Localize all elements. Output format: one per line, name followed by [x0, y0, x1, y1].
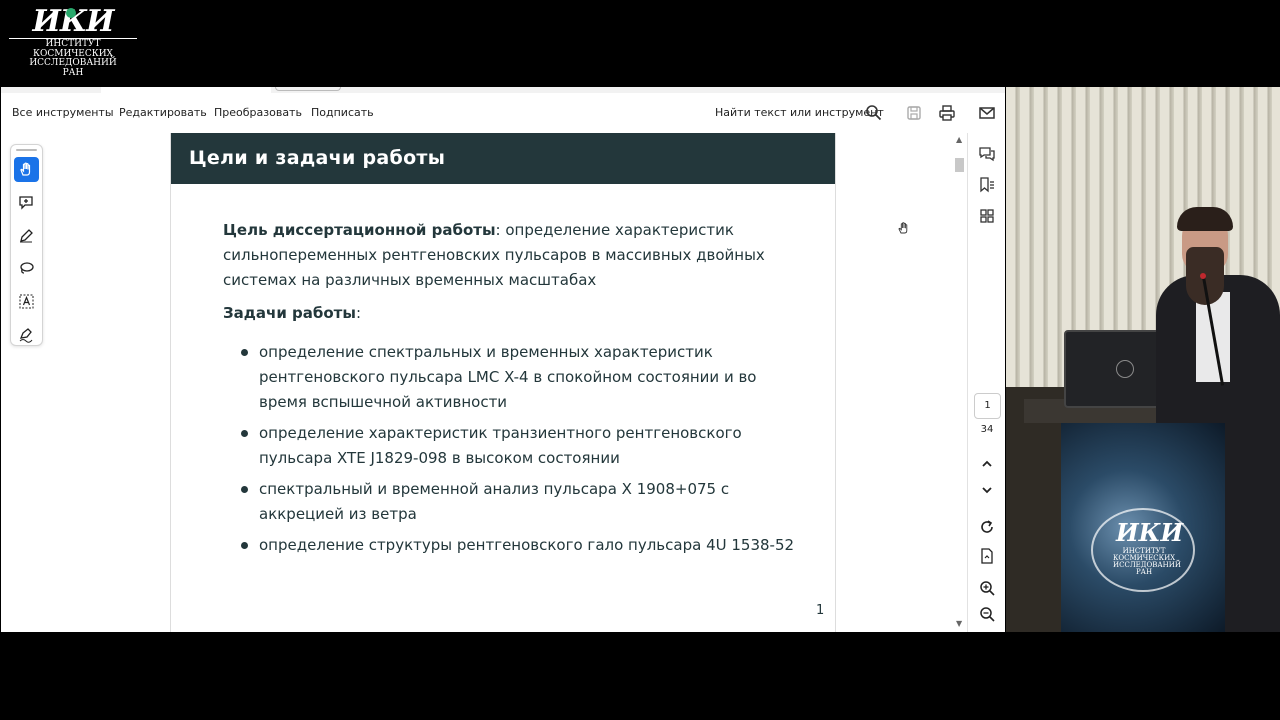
- comments-icon[interactable]: [977, 144, 997, 164]
- scroll-thumb[interactable]: [955, 158, 964, 172]
- goal-label: Цель диссертационной работы: [223, 221, 496, 239]
- hand-icon: [20, 162, 31, 176]
- task-text: определение структуры рентгеновского гал…: [259, 536, 795, 554]
- lasso-tool-button[interactable]: [14, 256, 39, 281]
- menu-edit[interactable]: Редактировать: [119, 93, 207, 133]
- thumbnails-grid-icon[interactable]: [977, 206, 997, 226]
- slide-page-number: 1: [816, 603, 825, 618]
- vertical-scrollbar[interactable]: ▲ ▼: [953, 133, 966, 632]
- list-item: спектральный и временной анализ пульсара…: [223, 477, 803, 527]
- email-icon[interactable]: [977, 103, 997, 123]
- banner-line-4: РАН: [1135, 568, 1153, 576]
- zoom-in-icon[interactable]: [977, 578, 997, 598]
- list-item: определение характеристик транзиентного …: [223, 421, 803, 471]
- scroll-up-arrow-icon[interactable]: ▲: [956, 135, 962, 144]
- logo-line-4: РАН: [62, 67, 84, 78]
- add-comment-tool-button[interactable]: [14, 190, 39, 215]
- tasks-heading: Задачи работы:: [223, 301, 803, 326]
- slide-header-bar: Цели и задачи работы: [171, 133, 835, 184]
- print-icon[interactable]: [937, 103, 957, 123]
- tasks-colon: :: [355, 304, 362, 322]
- lasso-icon: [20, 262, 34, 274]
- tab-button[interactable]: [275, 87, 341, 91]
- scroll-down-arrow-icon[interactable]: ▼: [956, 619, 962, 628]
- text-box-icon: [19, 294, 34, 309]
- pen-icon: [20, 229, 33, 243]
- document-area[interactable]: Цели и задачи работы Цель диссертационно…: [46, 133, 966, 632]
- save-icon[interactable]: [904, 103, 924, 123]
- palette-drag-handle[interactable]: [16, 149, 37, 151]
- refresh-icon[interactable]: [977, 517, 997, 537]
- bullet: [241, 430, 248, 437]
- iki-logo: ИКИ ИНСТИТУТ КОСМИЧЕСКИХ ИССЛЕДОВАНИЙ РА…: [8, 6, 138, 82]
- current-page-input[interactable]: 1: [974, 393, 1001, 419]
- page-extract-icon[interactable]: [977, 546, 997, 566]
- quick-tools-palette: [10, 144, 43, 346]
- list-item: определение структуры рентгеновского гал…: [223, 533, 803, 558]
- slide-page: Цели и задачи работы Цель диссертационно…: [170, 133, 836, 632]
- menu-convert[interactable]: Преобразовать: [214, 93, 302, 133]
- chevron-up-icon[interactable]: [977, 454, 997, 474]
- laptop-logo: [1116, 360, 1134, 378]
- tasks-list: определение спектральных и временных хар…: [223, 340, 803, 558]
- menu-sign[interactable]: Подписать: [311, 93, 374, 133]
- logo-dot: [66, 8, 76, 18]
- total-pages: 34: [980, 424, 994, 435]
- slide-body: Цель диссертационной работы: определение…: [223, 218, 803, 564]
- hand-tool-button[interactable]: [14, 157, 39, 182]
- bullet: [241, 542, 248, 549]
- find-label: Найти текст или инструмент: [715, 106, 884, 119]
- banner-mark: ИКИ: [1116, 518, 1184, 547]
- banner-text: ИНСТИТУТ КОСМИЧЕСКИХ ИССЛЕДОВАНИЙ РАН: [1113, 548, 1181, 576]
- chevron-down-icon[interactable]: [977, 480, 997, 500]
- hand-cursor-icon: [898, 222, 908, 234]
- bookmark-icon[interactable]: [977, 175, 997, 195]
- pdf-viewer-window: Все инструменты Редактировать Преобразов…: [1, 87, 1005, 632]
- main-toolbar: Все инструменты Редактировать Преобразов…: [1, 93, 1005, 133]
- sign-tool-button[interactable]: [14, 322, 39, 347]
- search-icon[interactable]: [864, 103, 884, 123]
- iki-banner: ИКИ ИНСТИТУТ КОСМИЧЕСКИХ ИССЛЕДОВАНИЙ РА…: [1061, 423, 1225, 632]
- right-sidebar: 1 34: [967, 133, 1005, 632]
- tasks-label: Задачи работы: [223, 304, 356, 322]
- task-text: спектральный и временной анализ пульсара…: [259, 480, 730, 523]
- iki-logo-mark: ИКИ: [32, 4, 115, 39]
- task-text: определение характеристик транзиентного …: [259, 424, 742, 467]
- add-comment-icon: [19, 196, 33, 210]
- microphone-tip: [1200, 273, 1206, 279]
- draw-tool-button[interactable]: [14, 223, 39, 248]
- text-select-tool-button[interactable]: [14, 289, 39, 314]
- sign-pen-icon: [19, 328, 33, 343]
- speaker-hair: [1177, 207, 1233, 231]
- zoom-out-icon[interactable]: [977, 604, 997, 624]
- menu-all-tools[interactable]: Все инструменты: [12, 93, 114, 133]
- list-item: определение спектральных и временных хар…: [223, 340, 803, 415]
- speaker-video: ИКИ ИНСТИТУТ КОСМИЧЕСКИХ ИССЛЕДОВАНИЙ РА…: [1006, 87, 1280, 632]
- bullet: [241, 486, 248, 493]
- task-text: определение спектральных и временных хар…: [259, 343, 757, 411]
- bullet: [241, 349, 248, 356]
- find-text-or-tool[interactable]: Найти текст или инструмент: [715, 93, 884, 133]
- slide-title: Цели и задачи работы: [189, 147, 446, 169]
- goal-paragraph: Цель диссертационной работы: определение…: [223, 218, 803, 293]
